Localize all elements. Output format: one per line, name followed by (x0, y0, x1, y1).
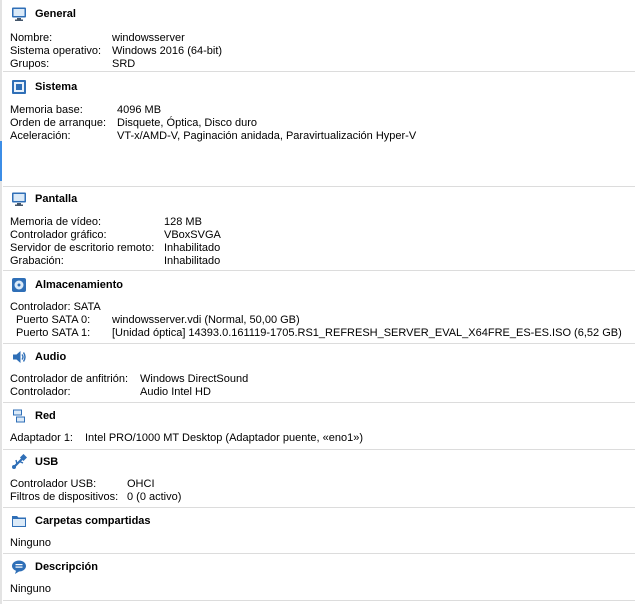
section-audio-header[interactable]: Audio (3, 345, 635, 369)
chip-icon (12, 80, 26, 94)
section-descripcion-header[interactable]: Descripción (3, 555, 635, 579)
row-value: VT-x/AMD-V, Paginación anidada, Paravirt… (117, 130, 417, 142)
section-general-title: General (35, 8, 76, 20)
row-label: Nombre: (10, 32, 53, 44)
row-label: Controlador USB: (10, 478, 97, 490)
section-red: Red Adaptador 1: Intel PRO/1000 MT Deskt… (3, 404, 635, 450)
row-label: Aceleración: (10, 130, 71, 142)
row-value: windowsserver (112, 32, 185, 44)
row-value: Windows DirectSound (140, 373, 249, 385)
section-almacenamiento-header[interactable]: Almacenamiento (3, 273, 635, 297)
row-value: 128 MB (164, 216, 202, 228)
section-usb: USB Controlador USB: OHCI Filtros de dis… (3, 450, 635, 508)
row-label: Grupos: (10, 58, 50, 70)
section-almacenamiento-title: Almacenamiento (35, 279, 124, 291)
section-sistema: Sistema Memoria base: 4096 MB Orden de a… (3, 75, 635, 187)
section-usb-header[interactable]: USB (3, 450, 635, 474)
row-value: Intel PRO/1000 MT Desktop (Adaptador pue… (85, 432, 364, 444)
folder-icon (12, 516, 26, 527)
row-value: Disquete, Óptica, Disco duro (117, 117, 258, 129)
section-carpetas-title: Carpetas compartidas (35, 515, 151, 527)
section-pantalla-header[interactable]: Pantalla (3, 187, 635, 211)
display-icon (12, 192, 26, 206)
row-label: Sistema operativo: (10, 45, 102, 57)
disk-icon (12, 278, 26, 292)
row-value: windowsserver.vdi (Normal, 50,00 GB) (112, 314, 300, 326)
section-sistema-title: Sistema (35, 81, 78, 93)
row-label: Puerto SATA 1: (16, 327, 91, 339)
row-value: VBoxSVGA (164, 229, 221, 241)
section-usb-title: USB (35, 456, 59, 468)
row-value: SRD (112, 58, 136, 70)
speech-bubble-icon (12, 560, 26, 574)
left-panel-edge (0, 0, 2, 604)
section-red-title: Red (35, 410, 56, 422)
row-label: Controlador: (10, 386, 71, 398)
network-icon (13, 409, 25, 423)
row-value: OHCI (127, 478, 155, 490)
row-label: Controlador gráfico: (10, 229, 107, 241)
row-value: [Unidad óptica] 14393.0.161119-1705.RS1_… (112, 327, 622, 339)
row-value: 0 (0 activo) (127, 491, 182, 503)
usb-icon (12, 454, 27, 469)
section-red-header[interactable]: Red (3, 404, 635, 428)
row-value: Windows 2016 (64-bit) (112, 45, 223, 57)
speaker-icon (13, 351, 26, 363)
row-label: Memoria de vídeo: (10, 216, 102, 228)
row-value: Inhabilitado (164, 255, 221, 267)
row-label: Orden de arranque: (10, 117, 107, 129)
section-pantalla-title: Pantalla (35, 193, 78, 205)
almacenamiento-controller: Controlador: SATA (10, 301, 101, 313)
section-descripcion-title: Descripción (35, 561, 98, 573)
carpetas-value: Ninguno (10, 537, 51, 549)
section-sistema-header[interactable]: Sistema (3, 75, 635, 99)
row-label: Grabación: (10, 255, 64, 267)
row-label: Servidor de escritorio remoto: (10, 242, 155, 254)
row-label: Controlador de anfitrión: (10, 373, 129, 385)
row-value: Inhabilitado (164, 242, 221, 254)
section-general-header[interactable]: General (3, 2, 635, 26)
section-carpetas: Carpetas compartidas Ninguno (3, 509, 635, 554)
section-audio: Audio Controlador de anfitrión: Windows … (3, 345, 635, 403)
section-general: General Nombre: windowsserver Sistema op… (3, 2, 635, 72)
section-pantalla: Pantalla Memoria de vídeo: 128 MB Contro… (3, 187, 635, 271)
row-label: Adaptador 1: (10, 432, 73, 444)
row-label: Memoria base: (10, 104, 83, 116)
row-value: Audio Intel HD (140, 386, 211, 398)
splitter-handle[interactable] (0, 141, 2, 181)
row-value: 4096 MB (117, 104, 162, 116)
section-audio-title: Audio (35, 351, 67, 363)
section-carpetas-header[interactable]: Carpetas compartidas (3, 509, 635, 533)
row-label: Filtros de dispositivos: (10, 491, 119, 503)
section-descripcion: Descripción Ninguno (3, 555, 635, 601)
row-label: Puerto SATA 0: (16, 314, 91, 326)
monitor-icon (12, 7, 26, 21)
section-almacenamiento: Almacenamiento Controlador: SATA Puerto … (3, 273, 635, 344)
descripcion-value: Ninguno (10, 583, 51, 595)
